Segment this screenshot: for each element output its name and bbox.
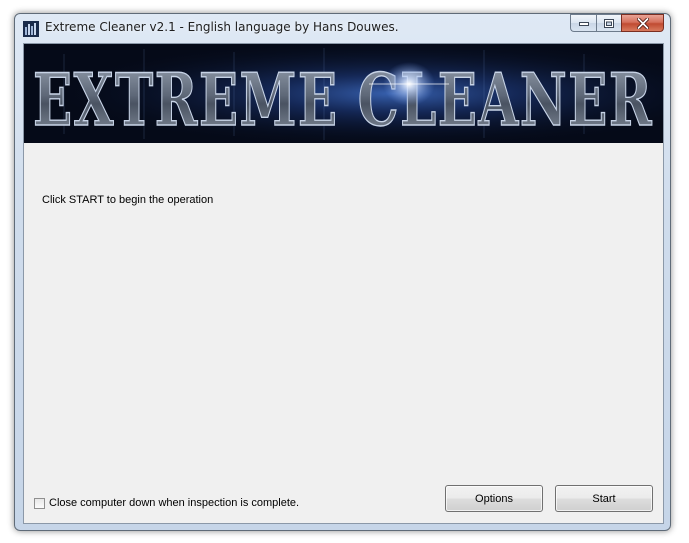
status-message: Click START to begin the operation <box>42 194 214 206</box>
start-button[interactable]: Start <box>555 485 653 512</box>
banner-logo: EXTREME CLEANER <box>24 44 663 143</box>
close-icon <box>636 17 649 29</box>
maximize-icon <box>604 18 614 28</box>
maximize-button[interactable] <box>596 14 621 32</box>
app-icon[interactable] <box>23 21 39 37</box>
minimize-button[interactable] <box>570 14 596 32</box>
shutdown-option[interactable]: Close computer down when inspection is c… <box>34 497 299 509</box>
caption-buttons <box>570 14 664 33</box>
title-bar[interactable]: Extreme Cleaner v2.1 - English language … <box>15 14 670 44</box>
window-title: Extreme Cleaner v2.1 - English language … <box>45 20 399 34</box>
options-button[interactable]: Options <box>445 485 543 512</box>
app-window: Extreme Cleaner v2.1 - English language … <box>14 13 671 531</box>
shutdown-checkbox-label[interactable]: Close computer down when inspection is c… <box>49 497 299 509</box>
close-button[interactable] <box>621 14 664 32</box>
svg-text:EXTREME CLEANER: EXTREME CLEANER <box>33 57 653 142</box>
client-area: EXTREME CLEANER Click START to begin the… <box>23 43 664 524</box>
shutdown-checkbox[interactable] <box>34 497 45 509</box>
minimize-icon <box>578 22 589 26</box>
